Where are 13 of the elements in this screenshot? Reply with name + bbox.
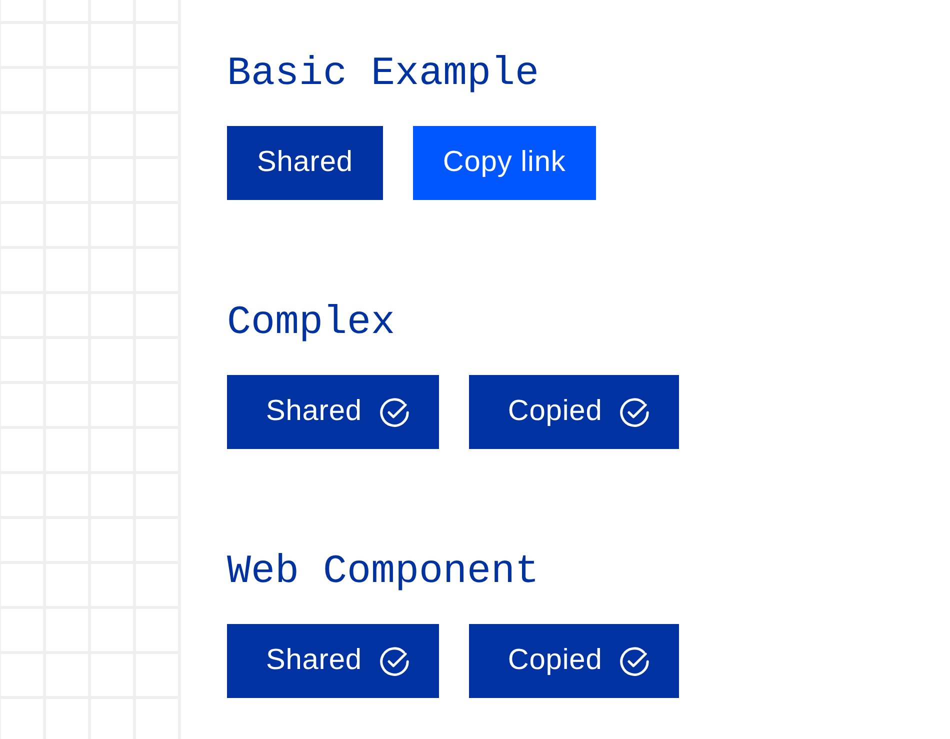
copied-state-button[interactable]: Shared <box>227 624 439 698</box>
section-heading: Complex <box>227 300 396 348</box>
copy-link-button[interactable]: Copy link <box>412 126 596 200</box>
copied-state-button[interactable]: Copied <box>468 624 680 698</box>
copied-state-button[interactable]: Shared <box>227 375 439 449</box>
check-circle-icon <box>620 398 650 426</box>
copied-state-button[interactable]: Copied <box>468 375 680 449</box>
section-heading: Web Component <box>227 549 540 597</box>
check-circle-icon <box>380 646 409 676</box>
check-circle-icon <box>380 398 409 426</box>
copied-state-button[interactable]: Shared <box>227 126 383 200</box>
section-heading: Basic Example <box>227 51 540 99</box>
check-circle-icon <box>620 646 650 676</box>
